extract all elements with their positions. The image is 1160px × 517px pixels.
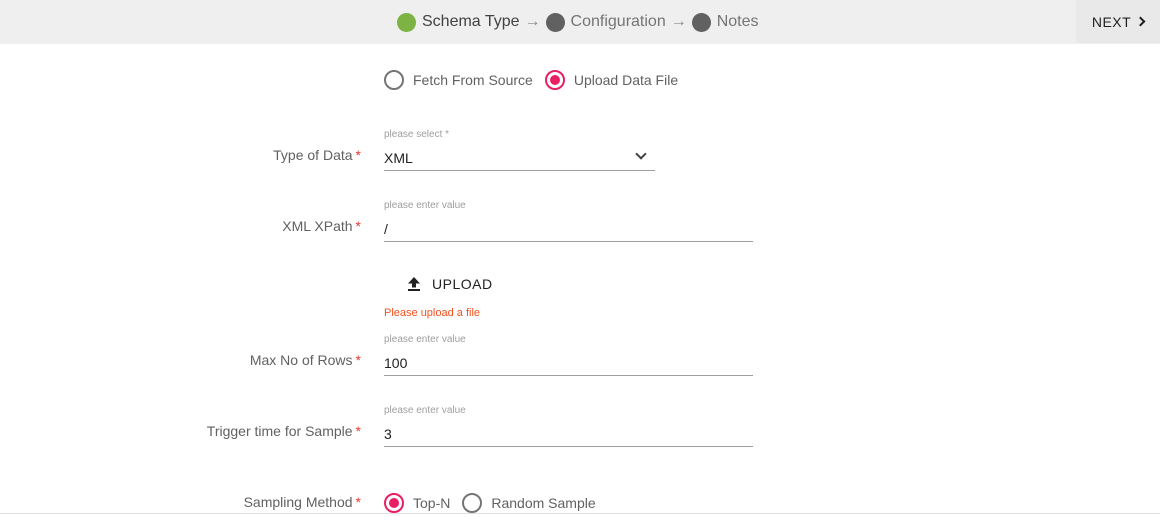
upload-error-message: Please upload a file [384,307,481,319]
step-label-configuration[interactable]: Configuration [571,13,666,31]
upload-icon [408,277,420,291]
upload-button[interactable]: UPLOAD [406,276,493,292]
radio-unchecked-icon [384,70,404,90]
radio-unchecked-icon [462,493,483,513]
trigger-time-label: Trigger time for Sample * [0,423,361,439]
type-of-data-label-text: Type of Data [273,147,353,163]
type-of-data-select[interactable]: please select * XML [384,129,655,171]
radio-checked-icon [384,493,404,513]
max-rows-hint: please enter value [384,334,466,345]
radio-label-random-sample: Random Sample [491,495,596,511]
type-of-data-label: Type of Data * [0,147,361,163]
xml-xpath-label: XML XPath * [0,218,361,234]
max-rows-input[interactable]: 100 [384,354,753,376]
max-rows-label-text: Max No of Rows [249,352,353,368]
stepper-header: Schema Type → Configuration → Notes NEXT [0,0,1160,44]
sampling-method-label: Sampling Method * [0,494,361,510]
required-marker: * [355,423,361,439]
radio-checked-icon [544,70,565,90]
step-label-notes[interactable]: Notes [717,13,759,31]
radio-fetch-from-source[interactable]: Fetch From Source [384,70,533,90]
xml-xpath-input[interactable]: / [384,220,753,242]
radio-label-top-n: Top-N [413,495,451,511]
step-indicator-configuration [545,12,565,32]
radio-top-n[interactable]: Top-N [384,493,450,513]
radio-random-sample[interactable]: Random Sample [462,493,596,513]
required-marker: * [355,494,361,510]
xml-xpath-field[interactable]: please enter value / [384,200,753,242]
divider [0,513,1160,514]
step-arrow-icon: → [524,13,541,30]
required-marker: * [355,352,361,368]
trigger-time-field[interactable]: please enter value 3 [384,405,753,447]
step-indicator-notes [691,12,711,32]
radio-upload-data-file[interactable]: Upload Data File [544,70,679,90]
max-rows-field[interactable]: please enter value 100 [384,334,753,376]
type-of-data-hint: please select * [384,129,450,140]
xml-xpath-label-text: XML XPath [282,218,353,234]
trigger-time-input[interactable]: 3 [384,425,753,447]
step-arrow-icon: → [670,13,687,30]
radio-label-upload-data-file: Upload Data File [573,72,679,88]
steps: Schema Type → Configuration → Notes [397,11,759,33]
next-button-label: NEXT [1091,13,1132,30]
xml-xpath-hint: please enter value [384,200,466,211]
chevron-down-icon[interactable] [635,148,647,160]
step-indicator-schema-type [397,12,416,32]
required-marker: * [355,218,361,234]
trigger-time-hint: please enter value [384,405,466,416]
max-rows-label: Max No of Rows * [0,352,361,368]
type-of-data-value-box[interactable]: XML [384,148,655,171]
sampling-method-radio-group: Top-N Random Sample [384,493,596,513]
upload-button-label: UPLOAD [432,276,493,292]
step-label-schema-type[interactable]: Schema Type [422,13,520,31]
source-radio-group: Fetch From Source Upload Data File [384,70,678,90]
trigger-time-label-text: Trigger time for Sample [206,423,353,439]
next-button[interactable]: NEXT [1076,0,1160,43]
chevron-right-icon [1135,16,1146,27]
radio-label-fetch-from-source: Fetch From Source [413,72,533,88]
required-marker: * [355,147,361,163]
sampling-method-label-text: Sampling Method [243,494,353,510]
type-of-data-value: XML [384,150,413,166]
